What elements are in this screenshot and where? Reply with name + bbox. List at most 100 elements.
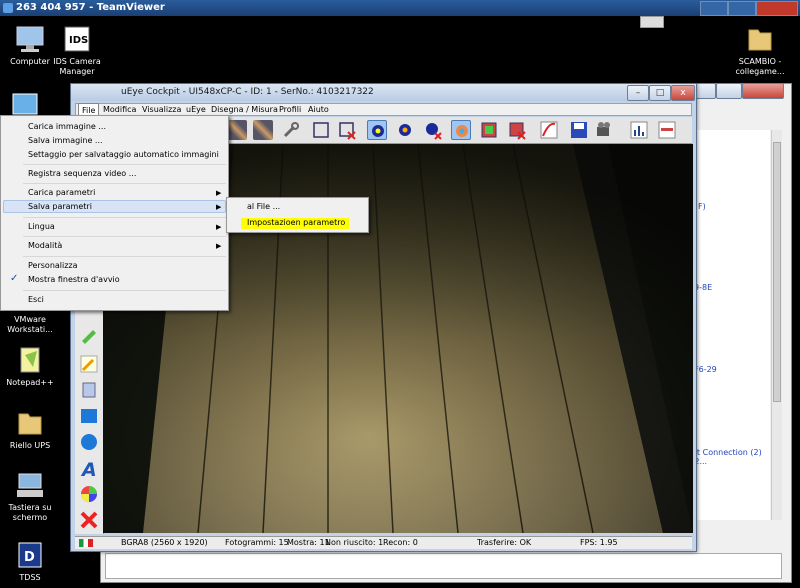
status-shown: Mostra: 11 [287, 538, 330, 547]
film-icon[interactable] [227, 120, 247, 140]
status-transfer: Trasferire: OK [477, 538, 532, 547]
svg-text:IDS: IDS [69, 35, 88, 46]
circle-icon[interactable] [79, 432, 99, 452]
pencil-icon[interactable] [79, 324, 99, 344]
curve-icon[interactable] [539, 120, 559, 140]
histogram-icon[interactable] [629, 120, 649, 140]
desktop-icon-label: Riello UPS [9, 441, 51, 450]
desktop-icon-label: Computer [10, 57, 50, 66]
submenu-item-al-file[interactable]: al File ... [247, 202, 280, 211]
menu-separator [23, 236, 226, 237]
menu-item-lingua[interactable]: Lingua [28, 222, 55, 231]
desktop-icon-label: VMware Workstati... [7, 315, 53, 334]
menu-item-settaggio-salvataggio[interactable]: Settaggio per salvataggio automatico imm… [28, 150, 219, 159]
menu-aiuto[interactable]: Aiuto [305, 105, 332, 114]
background-list: F) 9-8E F6-29 et Connection (2) I2... [690, 130, 770, 520]
teamviewer-panel-toggle[interactable] [640, 16, 664, 28]
desktop-icon-tastiera[interactable]: Tastiera su schermo [0, 470, 60, 523]
bg-maximize-button[interactable] [716, 83, 742, 99]
submenu-arrow-icon: ▶ [216, 242, 222, 250]
teamviewer-titlebar: 263 404 957 - TeamViewer [0, 0, 800, 16]
folder-icon [15, 408, 45, 438]
live-gear-icon[interactable] [367, 120, 387, 140]
menu-ueye[interactable]: uEye [183, 105, 209, 114]
bg-link[interactable]: F6-29 [694, 365, 717, 374]
ueye-titlebar: uEye Cockpit - UI548xCP-C - ID: 1 - SerN… [71, 84, 696, 101]
menu-item-personalizza[interactable]: Personalizza [28, 261, 78, 270]
background-bottom-panel [105, 553, 782, 579]
status-fps: FPS: 1.95 [580, 538, 618, 547]
desktop-icon-riello[interactable]: Riello UPS [0, 408, 60, 451]
desktop-icon-label: IDS Camera Manager [53, 57, 101, 76]
tv-minimize-button[interactable] [700, 1, 728, 16]
menu-item-modalita[interactable]: Modalità [28, 241, 62, 250]
edit-pencil-icon[interactable] [79, 354, 99, 374]
salva-parametri-submenu: al File ... Impostazioen parametro [226, 197, 369, 233]
menu-separator [23, 290, 226, 291]
tv-maximize-button[interactable] [728, 1, 756, 16]
menu-item-esci[interactable]: Esci [28, 295, 44, 304]
rectangle-icon[interactable] [79, 406, 99, 426]
stamp-icon[interactable] [79, 380, 99, 400]
menu-disegna-misura[interactable]: Disegna / Misura [208, 105, 281, 114]
menu-separator [23, 217, 226, 218]
status-format: BGRA8 (2560 x 1920) [121, 538, 208, 547]
menu-item-salva-parametri[interactable]: Salva parametri [28, 202, 92, 211]
status-failed: Non riuscito: 1 [325, 538, 384, 547]
color-wheel-icon[interactable] [79, 484, 99, 504]
submenu-item-impostazione-parametro[interactable]: Impostazioen parametro [247, 218, 345, 227]
language-flag-icon[interactable] [79, 539, 93, 547]
ueye-maximize-button[interactable]: □ [649, 85, 671, 101]
menu-profili[interactable]: Profili [276, 105, 304, 114]
menu-item-registra-video[interactable]: Registra sequenza video ... [28, 169, 136, 178]
folder-icon [745, 24, 775, 54]
wrench-icon[interactable] [281, 120, 301, 140]
desktop-icon-label: SCAMBIO - collegame... [735, 57, 785, 76]
color-gear-icon[interactable] [395, 120, 415, 140]
scrollbar-thumb[interactable] [773, 142, 781, 402]
tv-close-button[interactable] [756, 1, 798, 16]
menu-modifica[interactable]: Modifica [100, 105, 139, 114]
ueye-close-button[interactable]: x [671, 85, 695, 101]
ueye-statusbar: BGRA8 (2560 x 1920) Fotogrammi: 15 Mostr… [75, 536, 692, 549]
color-grid-delete-icon[interactable] [507, 120, 527, 140]
ueye-minimize-button[interactable]: – [627, 85, 649, 101]
text-icon[interactable]: A [79, 458, 99, 481]
teamviewer-title: 263 404 957 - TeamViewer [16, 2, 165, 13]
tdss-icon: D [15, 540, 45, 570]
desktop-icon-tdss[interactable]: D TDSS [0, 540, 60, 583]
desktop-icon-scambio[interactable]: SCAMBIO - collegame... [730, 24, 790, 77]
profile-icon[interactable] [657, 120, 677, 140]
svg-text:A: A [80, 459, 97, 478]
status-recon: Recon: 0 [383, 538, 418, 547]
film-settings-icon[interactable] [253, 120, 273, 140]
submenu-arrow-icon: ▶ [216, 223, 222, 231]
desktop-icon-notepad[interactable]: Notepad++ [0, 345, 60, 388]
menu-visualizza[interactable]: Visualizza [139, 105, 184, 114]
computer-icon [15, 24, 45, 54]
delete-rect-icon[interactable] [337, 120, 357, 140]
menu-item-carica-parametri[interactable]: Carica parametri [28, 188, 95, 197]
bg-link[interactable]: et Connection (2) I2... [692, 448, 770, 466]
bg-link[interactable]: F) [698, 202, 706, 211]
select-rect-icon[interactable] [311, 120, 331, 140]
status-frames: Fotogrammi: 15 [225, 538, 289, 547]
delete-x-icon[interactable] [79, 510, 99, 530]
keyboard-icon [15, 470, 45, 500]
desktop-icon-ids-camera-manager[interactable]: IDS IDS Camera Manager [47, 24, 107, 77]
gear-delete-icon[interactable] [423, 120, 443, 140]
file-menu-dropdown: Carica immagine ... Salva immagine ... S… [0, 115, 229, 311]
ueye-window-title: uEye Cockpit - UI548xCP-C - ID: 1 - SerN… [121, 87, 374, 97]
bg-close-button[interactable] [742, 83, 784, 99]
video-camera-icon[interactable] [595, 120, 615, 140]
submenu-arrow-icon: ▶ [216, 189, 222, 197]
background-scrollbar[interactable] [771, 130, 782, 520]
menu-item-mostra-finestra-avvio[interactable]: Mostra finestra d'avvio [28, 275, 120, 284]
color-grid-icon[interactable] [479, 120, 499, 140]
background-window-controls [690, 82, 788, 99]
menu-item-salva-immagine[interactable]: Salva immagine ... [28, 136, 103, 145]
multicolor-gear-icon[interactable] [451, 120, 471, 140]
menu-item-carica-immagine[interactable]: Carica immagine ... [28, 122, 106, 131]
teamviewer-icon [3, 3, 13, 13]
save-icon[interactable] [569, 120, 589, 140]
